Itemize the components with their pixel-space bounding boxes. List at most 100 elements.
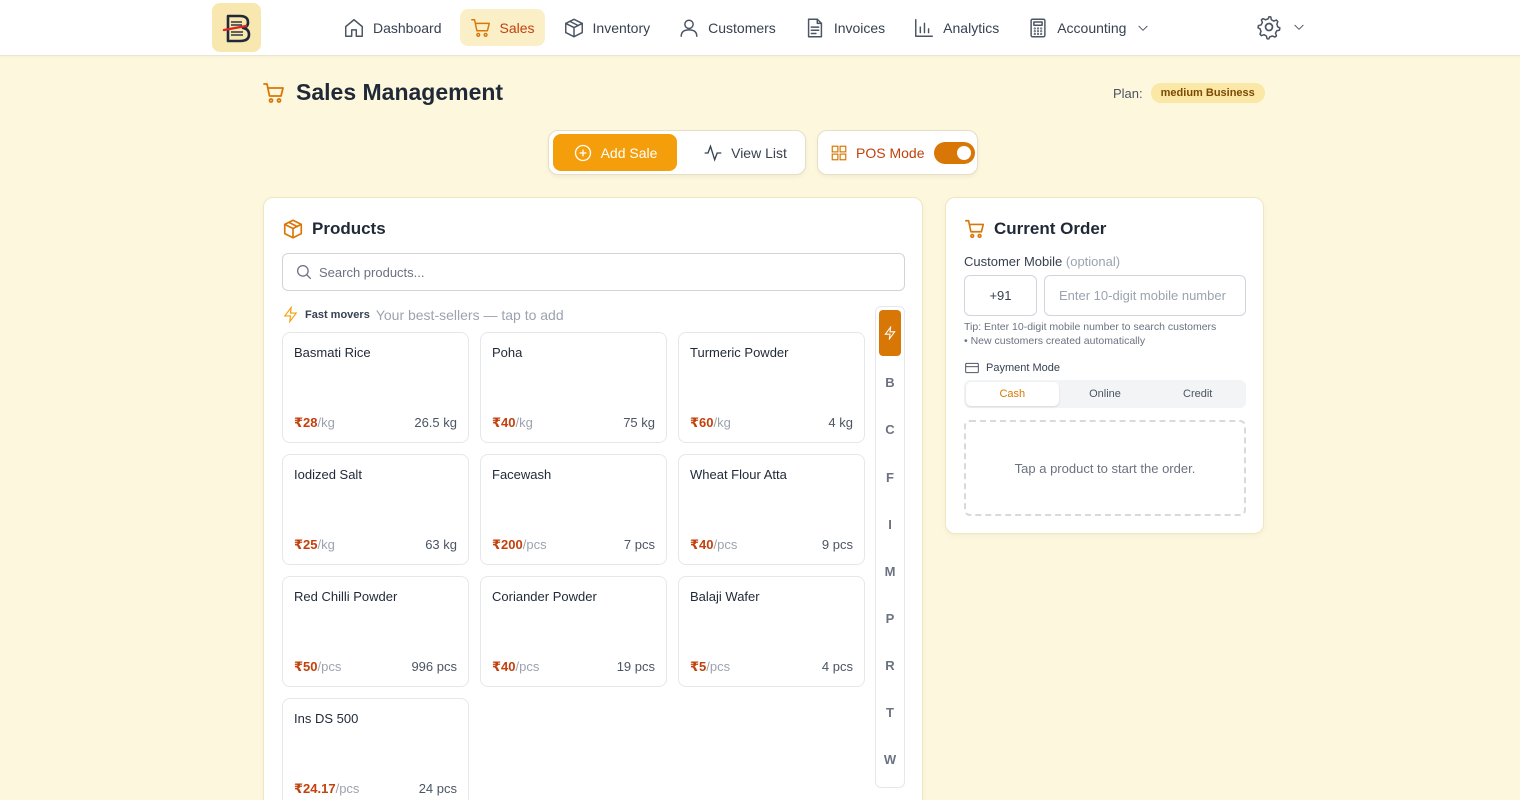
products-panel: Products Fast movers Your best-sellers —…	[263, 197, 923, 800]
nav-accounting[interactable]: Accounting	[1017, 9, 1160, 46]
alpha-letter[interactable]: P	[876, 611, 904, 626]
current-order-panel: Current Order Customer Mobile (optional)…	[945, 197, 1264, 534]
product-stock: 26.5 kg	[414, 415, 457, 430]
price-unit: /pcs	[713, 537, 738, 552]
price-unit: /kg	[317, 415, 335, 430]
main-nav: Dashboard Sales Inventory Customers Invo…	[333, 9, 1168, 46]
add-sale-label: Add Sale	[600, 144, 658, 161]
product-card[interactable]: Turmeric Powder ₹60/kg 4 kg	[678, 332, 865, 443]
nav-inventory[interactable]: Inventory	[553, 9, 661, 46]
product-card[interactable]: Red Chilli Powder ₹50/pcs 996 pcs	[282, 576, 469, 687]
product-stock: 19 pcs	[616, 659, 655, 674]
alpha-letter[interactable]: T	[876, 705, 904, 720]
product-name: Red Chilli Powder	[294, 589, 398, 604]
nav-dashboard[interactable]: Dashboard	[333, 9, 452, 46]
product-name: Coriander Powder	[492, 589, 597, 604]
nav-label: Accounting	[1057, 19, 1127, 36]
product-card[interactable]: Wheat Flour Atta ₹40/pcs 9 pcs	[678, 454, 865, 565]
package-icon	[283, 219, 303, 239]
price-unit: /kg	[713, 415, 731, 430]
plan-indicator: Plan: medium Business	[1113, 83, 1265, 103]
product-card[interactable]: Facewash ₹200/pcs 7 pcs	[480, 454, 667, 565]
top-navbar: Dashboard Sales Inventory Customers Invo…	[0, 0, 1520, 56]
price-unit: /pcs	[515, 659, 540, 674]
nav-invoices[interactable]: Invoices	[794, 9, 895, 46]
document-icon	[807, 18, 822, 37]
alpha-letter[interactable]: I	[876, 517, 904, 532]
cart-icon	[470, 18, 490, 37]
tip-line: Tip: Enter 10-digit mobile number to sea…	[964, 321, 1217, 333]
plus-circle-icon	[574, 144, 591, 161]
view-list-button[interactable]: View List	[689, 134, 801, 171]
product-card[interactable]: Balaji Wafer ₹5/pcs 4 pcs	[678, 576, 865, 687]
credit-card-icon	[965, 362, 979, 374]
sale-mode-switch: Add Sale View List	[548, 130, 806, 175]
calculator-icon	[1030, 18, 1046, 37]
product-price: ₹40/pcs	[492, 659, 539, 675]
alpha-letter[interactable]: F	[876, 470, 904, 485]
price-value: ₹50	[294, 659, 318, 674]
price-value: ₹40	[492, 659, 516, 674]
price-value: ₹40	[690, 537, 714, 552]
price-unit: /pcs	[335, 781, 360, 796]
payment-credit[interactable]: Credit	[1151, 382, 1244, 406]
view-list-label: View List	[731, 144, 787, 161]
nav-label: Analytics	[943, 19, 1000, 36]
alpha-letter[interactable]: M	[876, 564, 904, 579]
order-heading: Current Order	[994, 219, 1107, 238]
product-price: ₹60/kg	[690, 415, 731, 431]
products-heading: Products	[312, 219, 386, 238]
product-name: Ins DS 500	[294, 711, 359, 726]
product-card[interactable]: Basmati Rice ₹28/kg 26.5 kg	[282, 332, 469, 443]
product-name: Poha	[492, 345, 523, 360]
nav-label: Customers	[708, 19, 776, 36]
search-input[interactable]	[319, 264, 899, 280]
nav-customers[interactable]: Customers	[668, 9, 786, 46]
box-icon	[564, 18, 583, 37]
order-empty-state: Tap a product to start the order.	[964, 420, 1246, 516]
product-name: Wheat Flour Atta	[690, 467, 787, 482]
mobile-input[interactable]	[1044, 275, 1246, 316]
nav-analytics[interactable]: Analytics	[903, 9, 1009, 46]
settings-menu[interactable]	[1256, 14, 1306, 40]
alpha-fast-movers[interactable]	[879, 310, 901, 356]
alpha-letter[interactable]: C	[876, 422, 904, 437]
add-sale-button[interactable]: Add Sale	[553, 134, 677, 171]
mobile-tip: Tip: Enter 10-digit mobile number to sea…	[964, 320, 1254, 348]
search-icon	[296, 264, 312, 280]
product-price: ₹24.17/pcs	[294, 781, 359, 797]
payment-cash[interactable]: Cash	[966, 382, 1059, 406]
alpha-letter[interactable]: W	[876, 752, 904, 767]
product-price: ₹40/pcs	[690, 537, 737, 553]
pos-mode-panel: POS Mode	[817, 130, 978, 175]
product-search	[282, 253, 905, 291]
product-price: ₹25/kg	[294, 537, 335, 553]
mobile-label-text: Customer Mobile	[964, 254, 1063, 269]
product-price: ₹50/pcs	[294, 659, 341, 675]
product-card[interactable]: Coriander Powder ₹40/pcs 19 pcs	[480, 576, 667, 687]
nav-sales[interactable]: Sales	[459, 9, 545, 46]
product-name: Facewash	[492, 467, 552, 482]
product-card[interactable]: Ins DS 500 ₹24.17/pcs 24 pcs	[282, 698, 469, 800]
pos-mode-label: POS Mode	[856, 144, 925, 161]
price-unit: /kg	[515, 415, 533, 430]
app-logo[interactable]	[212, 3, 261, 52]
price-value: ₹25	[294, 537, 318, 552]
pos-mode-toggle[interactable]	[934, 141, 976, 164]
plan-label: Plan:	[1113, 85, 1143, 101]
product-card[interactable]: Poha ₹40/kg 75 kg	[480, 332, 667, 443]
product-price: ₹28/kg	[294, 415, 335, 431]
product-name: Iodized Salt	[294, 467, 362, 482]
alpha-letter[interactable]: R	[876, 658, 904, 673]
price-unit: /pcs	[706, 659, 731, 674]
home-icon	[345, 18, 363, 37]
payment-online[interactable]: Online	[1059, 382, 1152, 406]
plan-badge: medium Business	[1150, 83, 1265, 103]
page-heading: Sales Management	[296, 79, 504, 105]
alpha-letter[interactable]: B	[876, 375, 904, 390]
product-price: ₹5/pcs	[690, 659, 730, 675]
product-stock: 996 pcs	[411, 659, 457, 674]
country-code[interactable]: +91	[964, 275, 1037, 316]
lightning-icon	[884, 326, 896, 340]
product-card[interactable]: Iodized Salt ₹25/kg 63 kg	[282, 454, 469, 565]
